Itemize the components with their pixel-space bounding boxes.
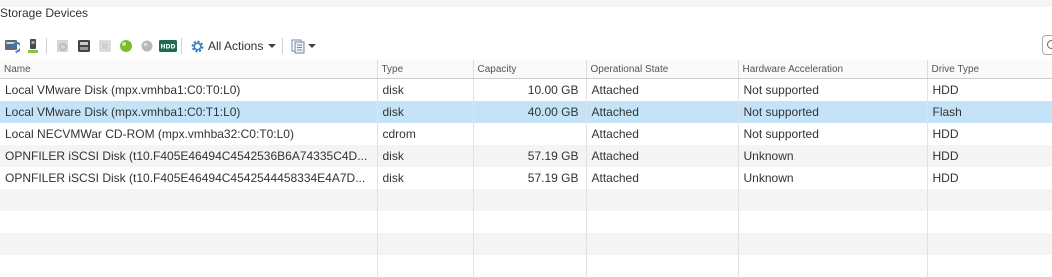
cell-drive-type: HDD xyxy=(927,78,1052,101)
table-row[interactable]: Local NECVMWar CD-ROM (mpx.vmhba32:C0:T0… xyxy=(0,123,1052,145)
search-icon xyxy=(1047,40,1052,49)
cell-type: disk xyxy=(377,101,474,123)
cell-capacity: 40.00 GB xyxy=(473,101,587,123)
cell-operational-state: Attached xyxy=(586,167,739,189)
cell-hardware-acceleration: Not supported xyxy=(738,78,928,101)
export-document-icon xyxy=(289,37,307,55)
toolbar: HDD All Actions xyxy=(0,35,1052,57)
table-row[interactable]: Local VMware Disk (mpx.vmhba1:C0:T1:L0) … xyxy=(0,101,1052,123)
column-header-hardware-acceleration[interactable]: Hardware Acceleration xyxy=(738,60,928,79)
table-row[interactable]: OPNFILER iSCSI Disk (t10.F405E46494C4542… xyxy=(0,145,1052,167)
cell-capacity: 10.00 GB xyxy=(473,78,587,101)
cell-type: disk xyxy=(377,145,474,167)
search-button[interactable] xyxy=(1042,35,1052,55)
column-header-name[interactable]: Name xyxy=(0,60,378,79)
detach-disk-icon[interactable] xyxy=(54,37,72,55)
storage-device-icon[interactable] xyxy=(75,37,93,55)
cell-operational-state: Attached xyxy=(586,145,739,167)
cell-type: cdrom xyxy=(377,123,474,145)
storage-devices-table: Name Type Capacity Operational State Har… xyxy=(0,60,1052,277)
cell-drive-type: HDD xyxy=(927,123,1052,145)
panel-top-band xyxy=(0,0,1052,7)
cell-hardware-acceleration: Unknown xyxy=(738,167,928,189)
column-header-operational-state[interactable]: Operational State xyxy=(586,60,739,79)
column-header-capacity[interactable]: Capacity xyxy=(473,60,587,79)
empty-row xyxy=(0,189,1052,211)
turn-off-led-icon[interactable] xyxy=(138,37,156,55)
cell-name: OPNFILER iSCSI Disk (t10.F405E46494C4542… xyxy=(0,167,378,189)
attach-disk-icon[interactable] xyxy=(24,37,42,55)
cell-capacity: 57.19 GB xyxy=(473,167,587,189)
cell-name: OPNFILER iSCSI Disk (t10.F405E46494C4542… xyxy=(0,145,378,167)
hdd-tag-icon[interactable]: HDD xyxy=(159,37,177,55)
all-actions-label: All Actions xyxy=(208,39,264,53)
cell-drive-type: HDD xyxy=(927,167,1052,189)
cell-capacity: 57.19 GB xyxy=(473,145,587,167)
table-row[interactable]: OPNFILER iSCSI Disk (t10.F405E46494C4542… xyxy=(0,167,1052,189)
export-menu[interactable] xyxy=(287,36,318,56)
hdd-tag-label: HDD xyxy=(161,44,176,51)
gear-icon xyxy=(188,37,206,55)
cell-operational-state: Attached xyxy=(586,101,739,123)
cell-name: Local VMware Disk (mpx.vmhba1:C0:T0:L0) xyxy=(0,78,378,101)
empty-row xyxy=(0,255,1052,277)
chevron-down-icon xyxy=(308,44,317,48)
cell-name: Local VMware Disk (mpx.vmhba1:C0:T1:L0) xyxy=(0,101,378,123)
all-actions-menu[interactable]: All Actions xyxy=(186,36,278,56)
column-header-drive-type[interactable]: Drive Type xyxy=(927,60,1052,79)
toolbar-separator xyxy=(282,38,284,54)
chevron-down-icon xyxy=(268,44,277,48)
cell-drive-type: Flash xyxy=(927,101,1052,123)
cpu-chip-icon[interactable] xyxy=(96,37,114,55)
cell-hardware-acceleration: Not supported xyxy=(738,123,928,145)
cell-type: disk xyxy=(377,167,474,189)
cell-operational-state: Attached xyxy=(586,78,739,101)
cell-capacity xyxy=(473,123,587,145)
cell-type: disk xyxy=(377,78,474,101)
toolbar-separator xyxy=(181,38,182,54)
toolbar-separator xyxy=(46,38,47,54)
table-row[interactable]: Local VMware Disk (mpx.vmhba1:C0:T0:L0) … xyxy=(0,78,1052,101)
panel-title: Storage Devices xyxy=(0,6,89,20)
cell-name: Local NECVMWar CD-ROM (mpx.vmhba32:C0:T0… xyxy=(0,123,378,145)
turn-on-led-icon[interactable] xyxy=(117,37,135,55)
cell-hardware-acceleration: Not supported xyxy=(738,101,928,123)
column-header-type[interactable]: Type xyxy=(377,60,474,79)
cell-hardware-acceleration: Unknown xyxy=(738,145,928,167)
cell-drive-type: HDD xyxy=(927,145,1052,167)
empty-row xyxy=(0,211,1052,233)
cell-operational-state: Attached xyxy=(586,123,739,145)
empty-row xyxy=(0,233,1052,255)
rescan-storage-icon[interactable] xyxy=(3,37,21,55)
table-header-row: Name Type Capacity Operational State Har… xyxy=(0,60,1052,79)
